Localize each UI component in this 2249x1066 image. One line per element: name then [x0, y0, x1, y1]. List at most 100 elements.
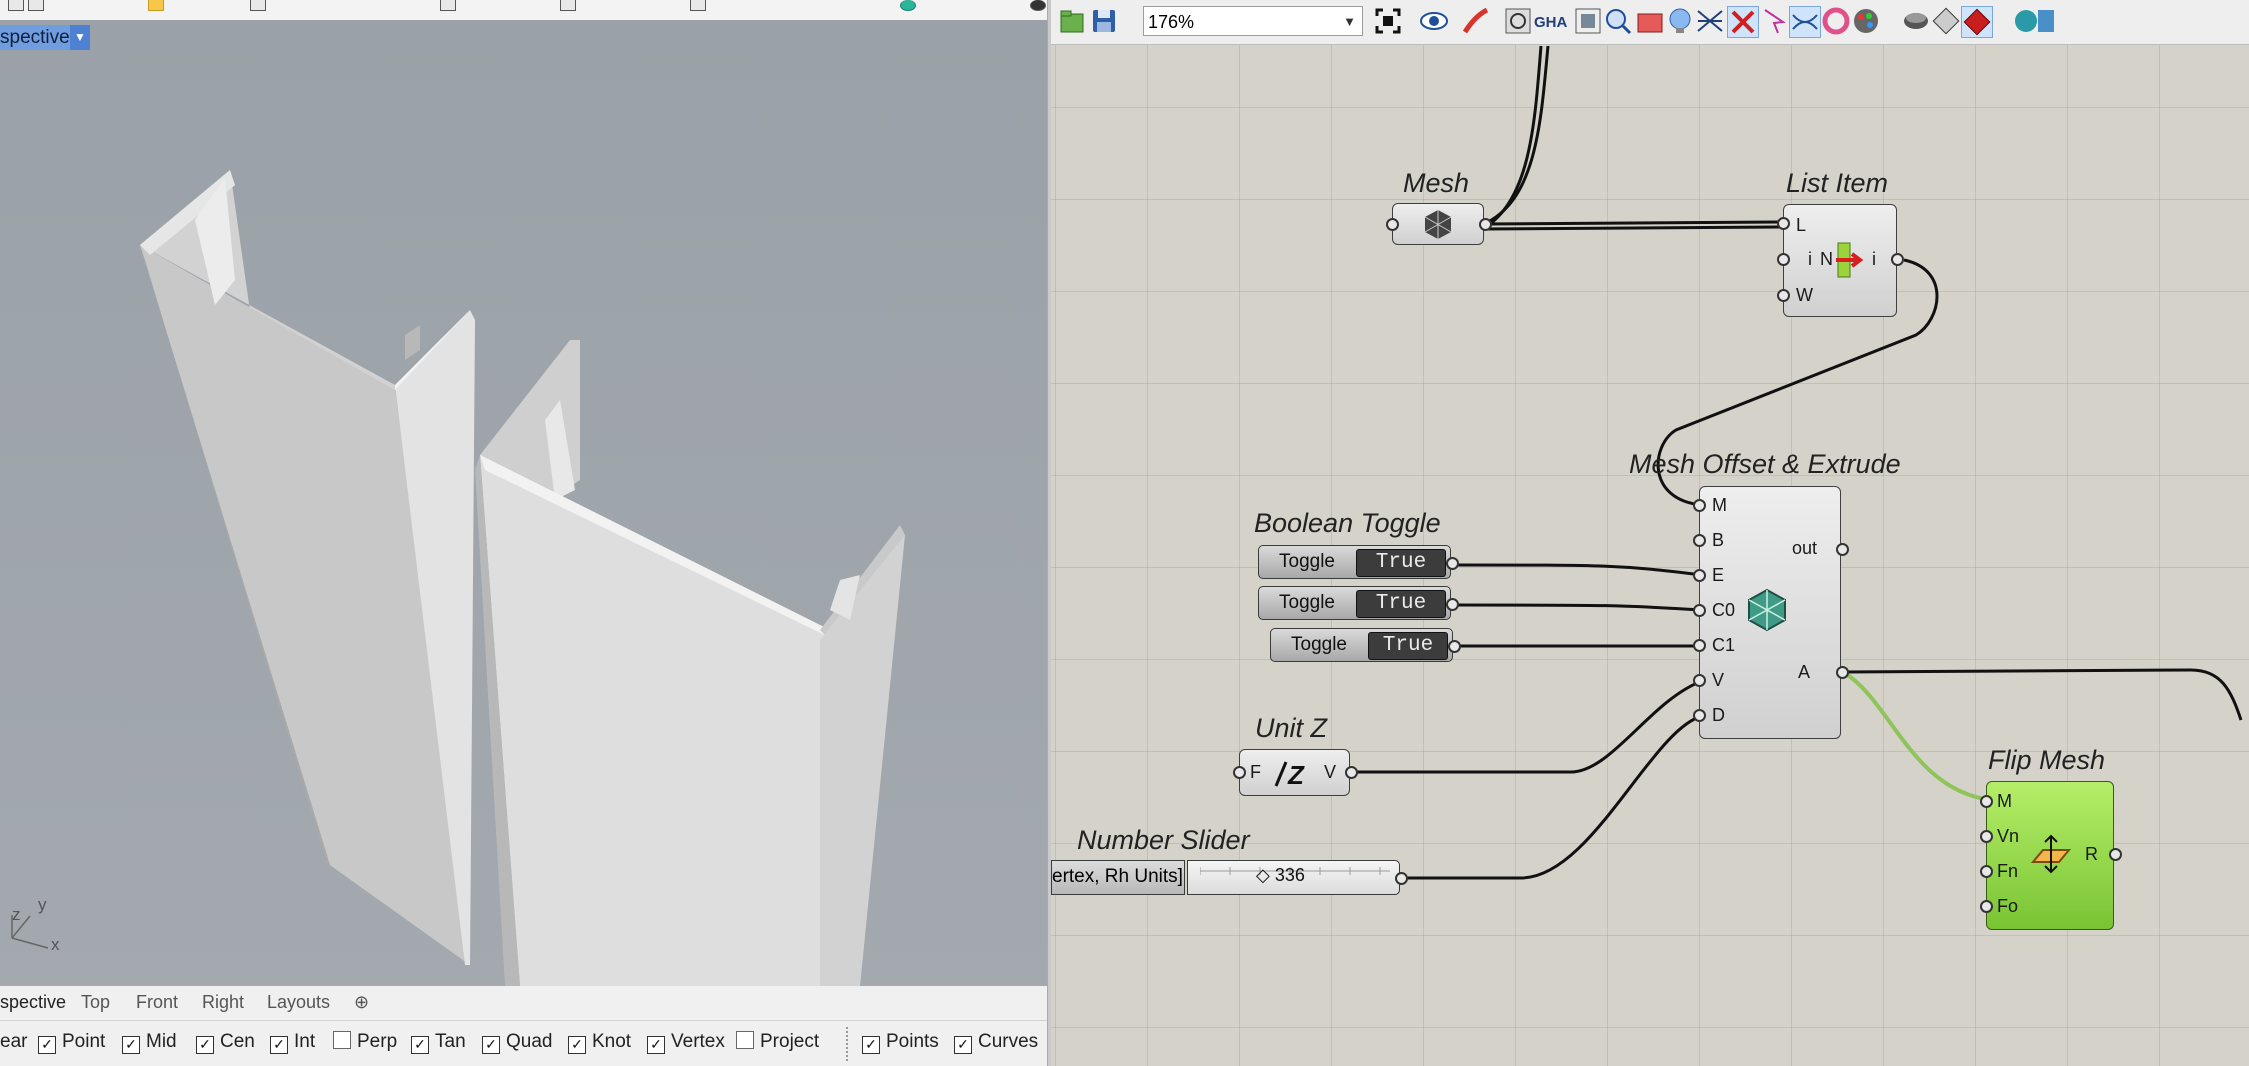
osnap-project[interactable]: Project [736, 1031, 819, 1053]
osnap-label: Quad [506, 1031, 553, 1052]
input-v: V [1712, 670, 1725, 690]
slider-label: ertex, Rh Units] [1051, 860, 1185, 895]
list-item-component[interactable]: L i N W i [1783, 204, 1897, 317]
flip-mesh-grip-fn[interactable] [1980, 865, 1993, 878]
offset-extrude-grip-m[interactable] [1693, 499, 1706, 512]
osnap-cen[interactable]: ✓ Cen [196, 1031, 255, 1054]
rhino-command-toolbar[interactable] [0, 0, 1050, 21]
osnap-checkbox[interactable]: ✓ [568, 1036, 586, 1054]
offset-extrude-grip-d[interactable] [1693, 709, 1706, 722]
osnap-label: ear [0, 1031, 28, 1052]
bracket-tool-icon[interactable] [440, 0, 456, 11]
open-icon[interactable] [28, 0, 44, 11]
wire [1452, 603, 1703, 612]
osnap-checkbox[interactable]: ✓ [482, 1036, 500, 1054]
offset-extrude-grip-e[interactable] [1693, 569, 1706, 582]
offset-extrude-grip-c0[interactable] [1693, 604, 1706, 617]
flip-mesh-grip-vn[interactable] [1980, 830, 1993, 843]
mesh-param[interactable] [1392, 203, 1484, 245]
osnap-quad[interactable]: ✓ Quad [482, 1031, 552, 1054]
osnap-point[interactable]: ✓ Point [38, 1031, 105, 1054]
toggle-value[interactable]: True [1356, 549, 1446, 577]
output-a: A [1798, 662, 1811, 682]
toggle-2-grip[interactable] [1446, 598, 1459, 611]
tab-front[interactable]: Front [136, 992, 178, 1013]
curve-tool-icon[interactable] [250, 0, 266, 11]
osnap-bar: ear ✓ Point ✓ Mid ✓ Cen ✓ Int Perp ✓ Tan ✓ Qua… [0, 1020, 1047, 1066]
osnap-label: Mid [146, 1031, 177, 1052]
osnap-checkbox[interactable]: ✓ [411, 1036, 429, 1054]
osnap-curves[interactable]: ✓ Curves [954, 1031, 1038, 1054]
offset-extrude-grip-v[interactable] [1693, 674, 1706, 687]
osnap-checkbox[interactable]: ✓ [196, 1036, 214, 1054]
flip-mesh-grip-fo[interactable] [1980, 900, 1993, 913]
unit-z-component[interactable]: F V Z [1239, 749, 1350, 796]
axis-label-x: x [51, 935, 60, 954]
input-d: D [1712, 705, 1725, 725]
toggle-value[interactable]: True [1356, 590, 1446, 618]
solid-tool-icon[interactable] [690, 0, 706, 11]
osnap-checkbox[interactable] [333, 1031, 351, 1049]
flip-mesh-component[interactable]: M Vn Fn Fo R [1986, 781, 2114, 930]
tab-right[interactable]: Right [202, 992, 244, 1013]
display-icon[interactable] [1030, 0, 1046, 11]
number-slider[interactable]: ertex, Rh Units] ◇ 336 [1051, 860, 1400, 895]
toggle-value[interactable]: True [1368, 632, 1448, 660]
unit-z-grip-out[interactable] [1345, 766, 1358, 779]
folder-icon[interactable] [148, 0, 164, 11]
osnap-perp[interactable]: Perp [333, 1031, 397, 1053]
osnap-label: Project [760, 1031, 820, 1052]
list-item-grip-l[interactable] [1777, 217, 1790, 230]
mesh-input-grip[interactable] [1386, 218, 1399, 231]
boolean-toggle-3[interactable]: Toggle True [1270, 628, 1453, 662]
tab-perspective[interactable]: spective [0, 992, 66, 1013]
mesh-offset-extrude-component[interactable]: M B E C0 C1 V D out A [1699, 486, 1841, 739]
offset-extrude-grip-b[interactable] [1693, 534, 1706, 547]
transform-tool-icon[interactable] [560, 0, 576, 11]
osnap-checkbox[interactable]: ✓ [38, 1036, 56, 1054]
osnap-checkbox[interactable]: ✓ [954, 1036, 972, 1054]
osnap-near[interactable]: ear [0, 1031, 27, 1053]
tab-top[interactable]: Top [81, 992, 110, 1013]
osnap-int[interactable]: ✓ Int [270, 1031, 315, 1054]
output-v: V [1324, 762, 1337, 782]
flip-mesh-grip-m[interactable] [1980, 795, 1993, 808]
add-tab-icon[interactable]: ⊕ [354, 992, 369, 1013]
osnap-tan[interactable]: ✓ Tan [411, 1031, 466, 1054]
list-item-grip-w[interactable] [1777, 289, 1790, 302]
input-fo: Fo [1997, 896, 2019, 916]
offset-extrude-grip-out[interactable] [1836, 543, 1849, 556]
osnap-checkbox[interactable]: ✓ [270, 1036, 288, 1054]
slider-value[interactable]: ◇ 336 [1256, 865, 1305, 886]
osnap-mid[interactable]: ✓ Mid [122, 1031, 177, 1054]
input-l: L [1796, 215, 1807, 235]
osnap-checkbox[interactable]: ✓ [862, 1036, 880, 1054]
mesh-output-grip[interactable] [1479, 218, 1492, 231]
boolean-toggle-1[interactable]: Toggle True [1258, 545, 1451, 579]
perspective-viewport[interactable]: spective ▼ z y x [0, 20, 1047, 986]
offset-extrude-grip-c1[interactable] [1693, 639, 1706, 652]
boolean-toggle-2[interactable]: Toggle True [1258, 586, 1451, 620]
osnap-knot[interactable]: ✓ Knot [568, 1031, 631, 1054]
osnap-checkbox[interactable]: ✓ [647, 1036, 665, 1054]
slider-track[interactable]: ◇ 336 [1187, 860, 1400, 895]
output-out: out [1792, 538, 1818, 558]
osnap-checkbox[interactable]: ✓ [122, 1036, 140, 1054]
toggle-label: Toggle [1279, 551, 1335, 572]
osnap-checkbox[interactable] [736, 1031, 754, 1049]
list-item-grip-out[interactable] [1891, 253, 1904, 266]
unit-z-grip-in[interactable] [1233, 766, 1246, 779]
toggle-1-grip[interactable] [1446, 557, 1459, 570]
toggle-label: Toggle [1279, 592, 1335, 613]
flip-mesh-grip-r[interactable] [2109, 848, 2122, 861]
render-icon[interactable] [900, 0, 916, 11]
tab-layouts[interactable]: Layouts [267, 992, 330, 1013]
toggle-3-grip[interactable] [1448, 640, 1461, 653]
osnap-points[interactable]: ✓ Points [862, 1031, 939, 1054]
osnap-vertex[interactable]: ✓ Vertex [647, 1031, 725, 1054]
slider-grip[interactable] [1395, 872, 1408, 885]
offset-extrude-grip-a[interactable] [1836, 666, 1849, 679]
axis-label-y: y [38, 895, 47, 914]
list-item-grip-i[interactable] [1777, 253, 1790, 266]
new-file-icon[interactable] [8, 0, 24, 11]
